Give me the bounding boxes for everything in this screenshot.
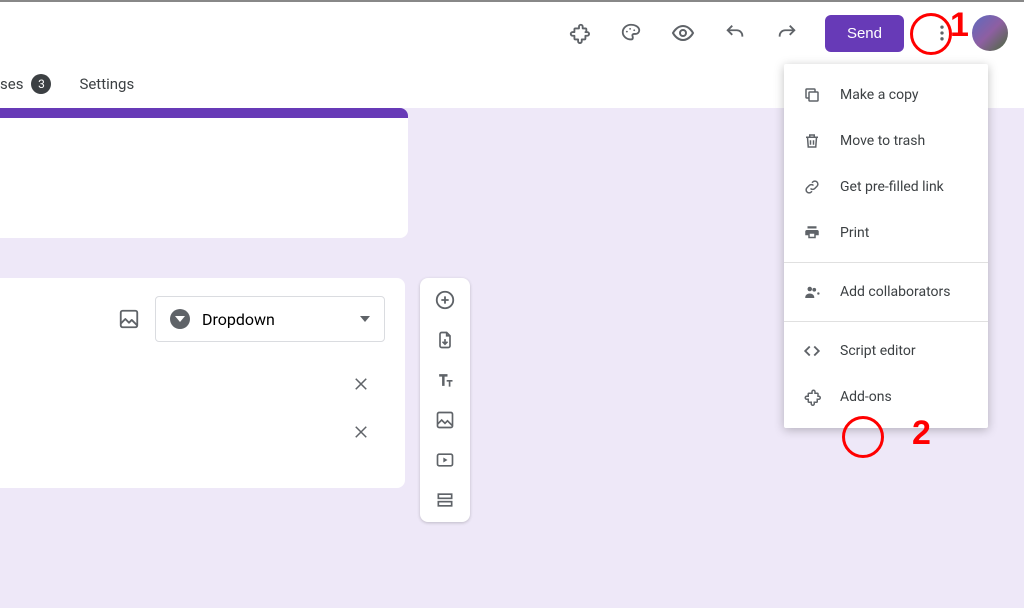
remove-option-button[interactable] (347, 370, 375, 398)
menu-item-label: Move to trash (840, 133, 925, 149)
menu-item-label: Script editor (840, 343, 916, 359)
menu-item-label: Print (840, 225, 869, 241)
dropdown-type-icon (170, 309, 190, 329)
send-button[interactable]: Send (825, 15, 904, 52)
puzzle-icon (802, 387, 822, 407)
menu-item-prefilled-link[interactable]: Get pre-filled link (784, 164, 988, 210)
print-icon (802, 223, 822, 243)
menu-item-label: Add-ons (840, 389, 892, 405)
add-title-icon[interactable] (433, 368, 457, 392)
link-icon (802, 177, 822, 197)
collaborators-icon (802, 282, 822, 302)
preview-icon[interactable] (661, 11, 705, 55)
menu-item-add-collaborators[interactable]: Add collaborators (784, 269, 988, 315)
code-icon (802, 341, 822, 361)
undo-icon[interactable] (713, 11, 757, 55)
remove-option-button[interactable] (347, 418, 375, 446)
menu-item-label: Add collaborators (840, 284, 950, 300)
menu-divider (784, 321, 988, 322)
question-type-selector[interactable]: Dropdown (155, 296, 385, 342)
menu-item-label: Make a copy (840, 87, 919, 103)
addons-icon[interactable] (557, 11, 601, 55)
menu-item-script-editor[interactable]: Script editor (784, 328, 988, 374)
question-card[interactable]: Dropdown (0, 278, 405, 488)
theme-icon[interactable] (609, 11, 653, 55)
menu-item-print[interactable]: Print (784, 210, 988, 256)
floating-toolbar (420, 278, 470, 522)
menu-item-label: Get pre-filled link (840, 179, 944, 195)
account-avatar[interactable] (972, 15, 1008, 51)
more-menu: Make a copy Move to trash Get pre-filled… (784, 64, 988, 428)
copy-icon (802, 85, 822, 105)
chevron-down-icon (360, 314, 370, 324)
menu-divider (784, 262, 988, 263)
menu-item-move-to-trash[interactable]: Move to trash (784, 118, 988, 164)
tab-settings-label: Settings (79, 75, 134, 93)
menu-item-addons[interactable]: Add-ons (784, 374, 988, 420)
more-menu-button[interactable] (920, 11, 964, 55)
tab-responses-label: ses (0, 75, 23, 93)
tab-responses[interactable]: ses 3 (0, 74, 51, 94)
tab-settings[interactable]: Settings (79, 75, 134, 93)
form-title-card[interactable] (0, 108, 408, 238)
menu-item-make-copy[interactable]: Make a copy (784, 72, 988, 118)
add-question-icon[interactable] (433, 288, 457, 312)
trash-icon (802, 131, 822, 151)
top-toolbar: Send (0, 0, 1024, 64)
add-video-icon[interactable] (433, 448, 457, 472)
responses-count-badge: 3 (31, 74, 51, 94)
add-section-icon[interactable] (433, 488, 457, 512)
import-questions-icon[interactable] (433, 328, 457, 352)
redo-icon[interactable] (765, 11, 809, 55)
add-image-icon[interactable] (433, 408, 457, 432)
insert-image-icon[interactable] (117, 307, 141, 331)
question-type-label: Dropdown (202, 310, 275, 329)
